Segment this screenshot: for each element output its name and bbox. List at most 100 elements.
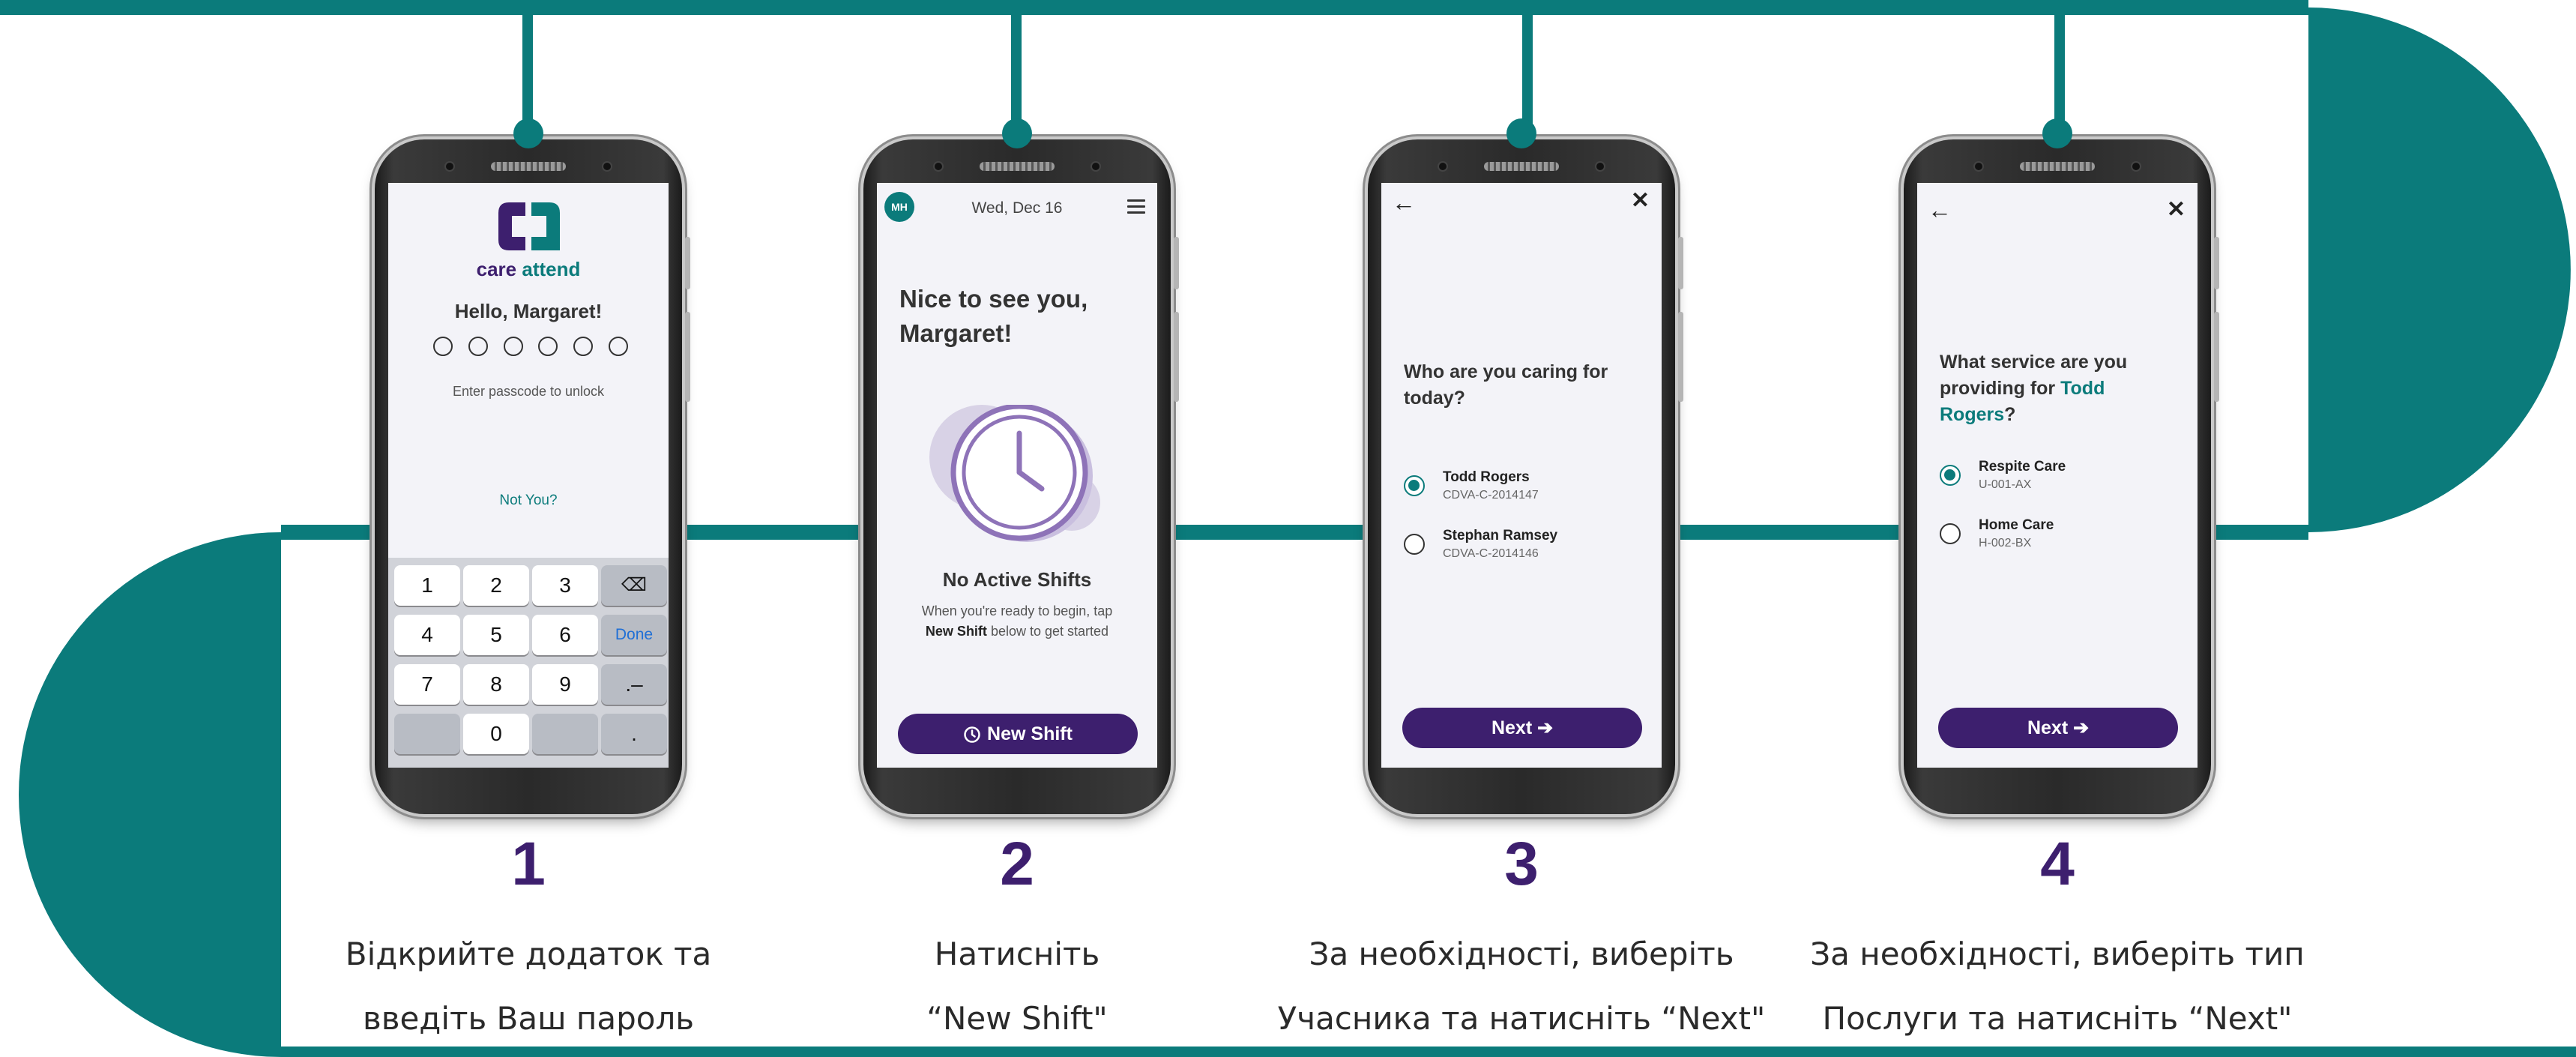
connector-4 [2054,7,2065,135]
option-code: H-002-BX [1979,537,2032,549]
date-header: Wed, Dec 16 [971,199,1063,217]
radio-unselected[interactable] [1404,534,1425,555]
backspace-key[interactable]: ⌫ [601,565,667,606]
front-camera-icon [2132,163,2140,170]
speaker-grille [1484,162,1559,171]
connector-pin [513,118,543,148]
menu-icon[interactable] [1127,199,1145,214]
connector-pin [1506,118,1536,148]
right-semicircle [2308,7,2571,532]
step-2-caption: Натисніть “New Shift" [926,936,1108,1037]
front-camera-icon [1596,163,1604,170]
home-screen: MH Wed, Dec 16 Nice to see you, Margaret… [877,183,1157,768]
empty-state-title: No Active Shifts [942,568,1092,591]
key-3[interactable]: 3 [532,565,598,606]
option-name: Home Care [1979,517,2054,533]
passcode-dot [433,337,453,356]
passcode-dot [573,337,594,356]
hello-heading: Hello, Margaret! [454,300,603,322]
connector-2 [1011,7,1022,135]
dot-key[interactable]: . [601,714,667,754]
back-arrow-icon[interactable]: ← [1392,190,1416,214]
back-arrow-icon[interactable]: ← [1928,198,1952,222]
phone-frame: care attend Hello, Margaret! Enter passc… [375,118,690,814]
speaker-grille [980,162,1055,171]
speaker-grille [491,162,566,171]
key-7[interactable]: 7 [394,664,460,705]
left-semicircle [19,532,281,1057]
connector-pin [1002,118,1032,148]
brand-name: care attend [476,258,581,280]
step-number: 4 [2040,830,2075,898]
key-4[interactable]: 4 [394,615,460,655]
key-2[interactable]: 2 [463,565,529,606]
key-5[interactable]: 5 [463,615,529,655]
step-1-caption: Відкрийте додаток та введіть Ваш пароль [345,936,712,1037]
empty-state-subtitle: When you're ready to begin, tap New Shif… [921,603,1113,639]
phone-frame: ← ✕ What service are you providing for T… [1904,118,2219,814]
passcode-dots [433,337,628,356]
numeric-keypad: 1 2 3 ⌫ 4 5 6 Done 7 8 9 .– 0 . [388,558,669,768]
connector-pin [2042,118,2072,148]
option-code: U-001-AX [1979,478,2032,491]
passcode-dot [538,337,558,356]
participant-question: Who are you caring for today? [1404,361,1608,409]
service-screen: ← ✕ What service are you providing for T… [1917,183,2198,768]
step-number: 2 [1000,830,1034,898]
sensor-icon [935,163,942,170]
service-option[interactable]: Respite Care U-001-AX [1940,459,2180,504]
connector-1 [522,7,533,135]
top-rail [0,0,2308,15]
option-name: Todd Rogers [1443,469,1530,485]
passcode-dot [468,337,488,356]
connector-3 [1522,7,1533,135]
front-camera-icon [603,163,611,170]
phone-frame: ← ✕ Who are you caring for today? Todd R… [1368,118,1683,814]
radio-selected[interactable] [1404,475,1425,496]
step-3-caption: За необхідності, виберіть Учасника та нат… [1277,936,1766,1037]
sensor-icon [1975,163,1982,170]
step-number: 3 [1504,830,1539,898]
participant-option[interactable]: Todd Rogers CDVA-C-2014147 [1404,469,1644,514]
new-shift-button[interactable]: New Shift [898,714,1138,754]
greeting: Nice to see you, Margaret! [899,285,1088,347]
arrow-right-icon: ➔ [1537,717,1554,738]
phone-frame: MH Wed, Dec 16 Nice to see you, Margaret… [863,118,1179,814]
next-button[interactable]: Next ➔ [1402,708,1642,748]
speaker-grille [2020,162,2095,171]
close-icon[interactable]: ✕ [2167,198,2186,222]
blank-key [394,714,460,754]
key-8[interactable]: 8 [463,664,529,705]
key-6[interactable]: 6 [532,615,598,655]
lock-screen: care attend Hello, Margaret! Enter passc… [388,183,669,768]
option-name: Respite Care [1979,459,2066,475]
sensor-icon [1439,163,1447,170]
passcode-dot [608,337,628,356]
front-camera-icon [1092,163,1100,170]
done-key[interactable]: Done [601,615,667,655]
option-code: CDVA-C-2014147 [1443,489,1539,502]
key-1[interactable]: 1 [394,565,460,606]
blank-key [532,714,598,754]
step-4-caption: За необхідності, виберіть тип Послуги та … [1810,936,2305,1037]
key-0[interactable]: 0 [463,714,529,754]
arrow-right-icon: ➔ [2073,717,2090,738]
radio-unselected[interactable] [1940,523,1961,544]
clock-icon [964,726,980,744]
punctuation-key[interactable]: .– [601,664,667,705]
participant-screen: ← ✕ Who are you caring for today? Todd R… [1381,183,1662,768]
care-attend-logo-icon [498,202,560,250]
next-button[interactable]: Next ➔ [1938,708,2178,748]
sensor-icon [446,163,453,170]
participant-option[interactable]: Stephan Ramsey CDVA-C-2014146 [1404,528,1644,573]
service-question: What service are you providing for Todd … [1940,352,2128,425]
key-9[interactable]: 9 [532,664,598,705]
service-option[interactable]: Home Care H-002-BX [1940,517,2180,562]
close-icon[interactable]: ✕ [1631,189,1650,213]
passcode-dot [503,337,523,356]
step-number: 1 [511,830,546,898]
not-you-link[interactable]: Not You? [388,493,669,509]
radio-selected[interactable] [1940,465,1961,486]
instruction-graphic: care attend Hello, Margaret! Enter passc… [0,0,2576,1057]
option-code: CDVA-C-2014146 [1443,547,1539,560]
